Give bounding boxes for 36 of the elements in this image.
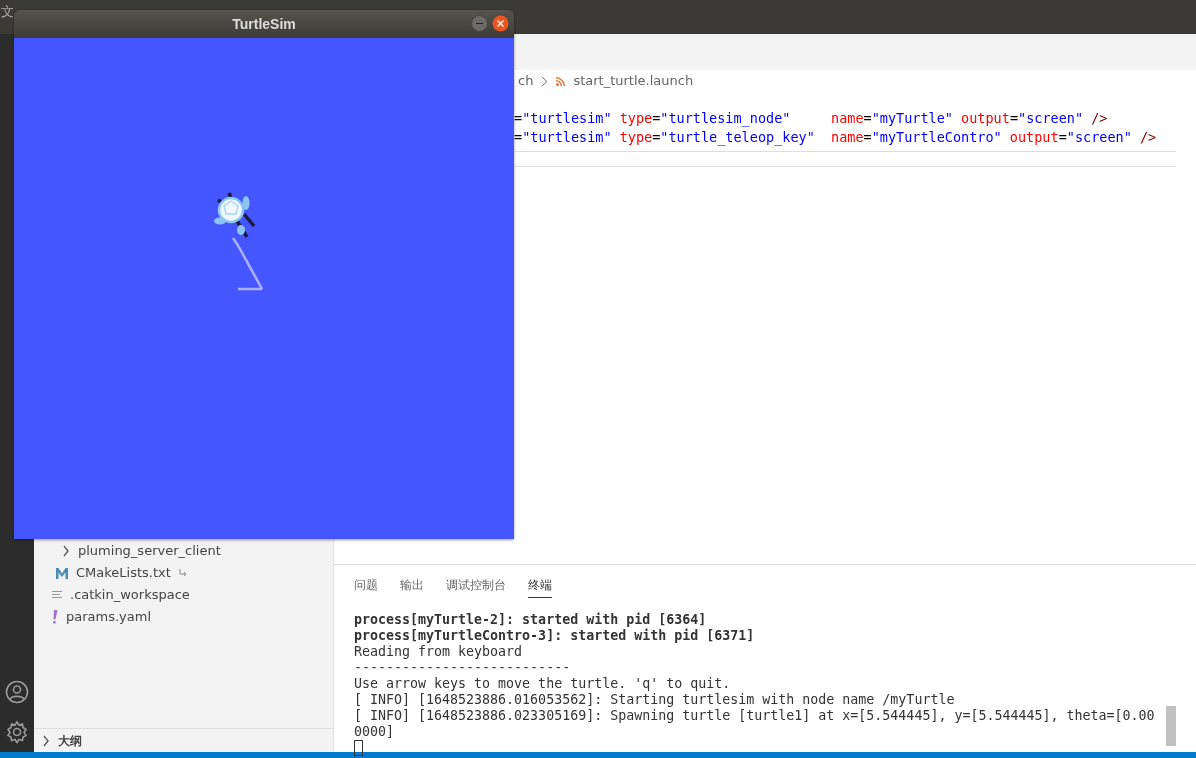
panel-tab[interactable]: 输出: [400, 572, 424, 598]
panel-tab[interactable]: 调试控制台: [446, 572, 506, 598]
window-title: TurtleSim: [232, 14, 296, 34]
file-name[interactable]: CMakeLists.txt: [76, 562, 171, 584]
terminal-line: process[myTurtle-2]: started with pid [6364]: [354, 612, 708, 628]
terminal-line: [ INFO] [1648523886.023305169]: Spawning turtle [turtle1] at x=[5.544445], y=[5.544445], theta=[0.00: [354, 708, 1156, 724]
chevron-icon: [541, 75, 549, 87]
file-name[interactable]: .catkin_workspace: [70, 584, 190, 606]
m-icon: [56, 567, 68, 579]
turtle-drawing: [214, 191, 256, 239]
breadcrumb-item[interactable]: ch: [518, 71, 534, 91]
close-icon[interactable]: [492, 15, 509, 32]
code-line: ="turtlesim" type="turtle_teleop_key" name="myTurtleContro" output="screen" />: [514, 128, 1158, 147]
exclamation-icon: [52, 610, 58, 624]
terminal-line: ---------------------------: [354, 660, 572, 676]
file-name[interactable]: params.yaml: [66, 606, 152, 628]
breadcrumb-item[interactable]: start_turtle.launch: [573, 71, 694, 91]
scrollbar-thumb[interactable]: [1166, 706, 1176, 746]
folder-name[interactable]: pluming_server_client: [78, 540, 221, 562]
trail-line: [231, 236, 264, 291]
settings-icon[interactable]: [5, 720, 29, 744]
code-line: ="turtlesim" type="turtlesim_node" name="myTurtle" output="screen" />: [514, 109, 1109, 128]
terminal-line: 0000]: [354, 724, 396, 740]
terminal-line: process[myTurtleContro-3]: started with pid [6371]: [354, 628, 756, 644]
section-header[interactable]: 大纲: [58, 729, 82, 752]
menu-label[interactable]: 文: [0, 0, 14, 24]
panel-tab[interactable]: 问题: [354, 572, 378, 598]
rss-icon: [556, 76, 566, 86]
terminal-cursor: [354, 740, 363, 756]
terminal-line: Reading from keyboard: [354, 644, 524, 660]
account-icon[interactable]: [5, 680, 29, 704]
return-arrow-icon: [178, 569, 187, 577]
panel-tab[interactable]: 终端: [528, 572, 552, 598]
terminal-line: [ INFO] [1648523886.016053562]: Starting turtlesim with node name /myTurtle: [354, 692, 956, 708]
lines-icon: [52, 590, 62, 600]
terminal-line: Use arrow keys to move the turtle. 'q' to quit.: [354, 676, 732, 692]
